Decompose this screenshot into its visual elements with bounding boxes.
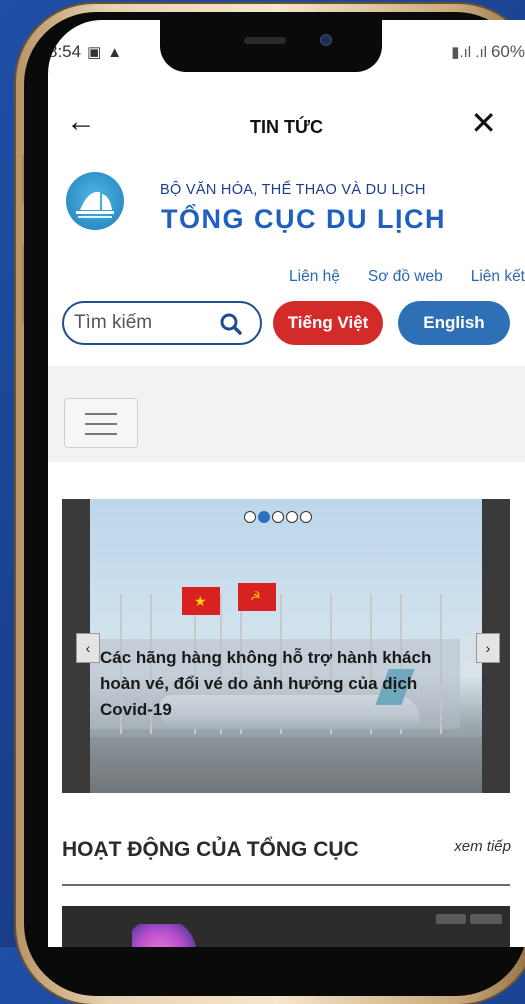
speaker-grille bbox=[244, 37, 286, 44]
ministry-name: BỘ VĂN HÓA, THỂ THAO VÀ DU LỊCH bbox=[160, 182, 426, 198]
lotus-graphic bbox=[132, 924, 202, 947]
page-title: TIN TỨC bbox=[250, 117, 323, 137]
agency-name: TỔNG CỤC DU LỊCH bbox=[161, 204, 446, 234]
sitemap-link[interactable]: Sơ đồ web bbox=[368, 268, 443, 286]
party-flag: ☭ bbox=[238, 583, 276, 611]
status-bar-left: 8:54 ▣ ▲ bbox=[48, 42, 122, 62]
hammer-sickle-icon: ☭ bbox=[250, 589, 261, 603]
english-language-button[interactable]: English bbox=[398, 301, 510, 345]
carousel-dot[interactable] bbox=[272, 511, 284, 523]
phone-screen: 8:54 ▣ ▲ ▮.ıl .ıl 60% ← TIN TỨC ✕ BỘ VĂN… bbox=[48, 20, 525, 947]
vietnam-flag: ★ bbox=[182, 587, 220, 615]
section-title: HOẠT ĐỘNG CỦA TỔNG CỤC bbox=[62, 838, 359, 861]
carousel-next-button[interactable]: › bbox=[476, 633, 500, 663]
top-links: Liên hệ Sơ đồ web Liên kết bbox=[289, 268, 525, 286]
contact-link[interactable]: Liên hệ bbox=[289, 268, 340, 286]
battery-level: 60% bbox=[490, 42, 525, 61]
menu-button[interactable] bbox=[64, 398, 138, 448]
vietnamese-language-button[interactable]: Tiếng Việt bbox=[273, 301, 383, 345]
thumbnail-control bbox=[436, 914, 466, 924]
news-carousel[interactable]: ★ ☭ Các hãng hàng không hỗ trợ hành khác… bbox=[62, 499, 510, 793]
warning-icon: ▲ bbox=[107, 43, 123, 61]
links-link[interactable]: Liên kết bbox=[471, 268, 525, 286]
notch bbox=[160, 20, 382, 72]
carousel-prev-button[interactable]: ‹ bbox=[76, 633, 100, 663]
hamburger-line bbox=[85, 423, 117, 425]
close-icon[interactable]: ✕ bbox=[470, 104, 497, 142]
star-icon: ★ bbox=[194, 593, 207, 609]
app-header: ← TIN TỨC ✕ bbox=[48, 90, 525, 160]
section-divider bbox=[62, 884, 510, 886]
carousel-dot[interactable] bbox=[286, 511, 298, 523]
hamburger-line bbox=[85, 413, 117, 415]
status-bar-right: ▮.ıl .ıl 60% bbox=[451, 42, 525, 62]
status-time: 8:54 bbox=[48, 42, 82, 61]
see-more-link[interactable]: xem tiếp bbox=[454, 838, 511, 855]
navigation-bar bbox=[48, 366, 525, 462]
front-camera bbox=[320, 34, 332, 46]
search-input[interactable]: Tìm kiếm bbox=[74, 312, 152, 334]
search-box[interactable]: Tìm kiếm bbox=[62, 301, 262, 345]
hamburger-line bbox=[85, 433, 117, 435]
carousel-indicators bbox=[244, 511, 312, 523]
thumbnail-control bbox=[470, 914, 502, 924]
agency-logo[interactable] bbox=[66, 172, 124, 230]
carousel-dot[interactable] bbox=[244, 511, 256, 523]
carousel-dot[interactable] bbox=[300, 511, 312, 523]
signal-icon: ▮.ıl .ıl bbox=[451, 44, 487, 61]
search-icon[interactable] bbox=[220, 313, 242, 335]
carousel-caption[interactable]: Các hãng hàng không hỗ trợ hành khách ho… bbox=[90, 639, 460, 729]
carousel-dot-active[interactable] bbox=[258, 511, 270, 523]
logo-mark bbox=[76, 191, 114, 218]
activity-thumbnail[interactable] bbox=[62, 906, 510, 947]
gallery-icon: ▣ bbox=[87, 44, 102, 61]
runway bbox=[90, 737, 482, 793]
